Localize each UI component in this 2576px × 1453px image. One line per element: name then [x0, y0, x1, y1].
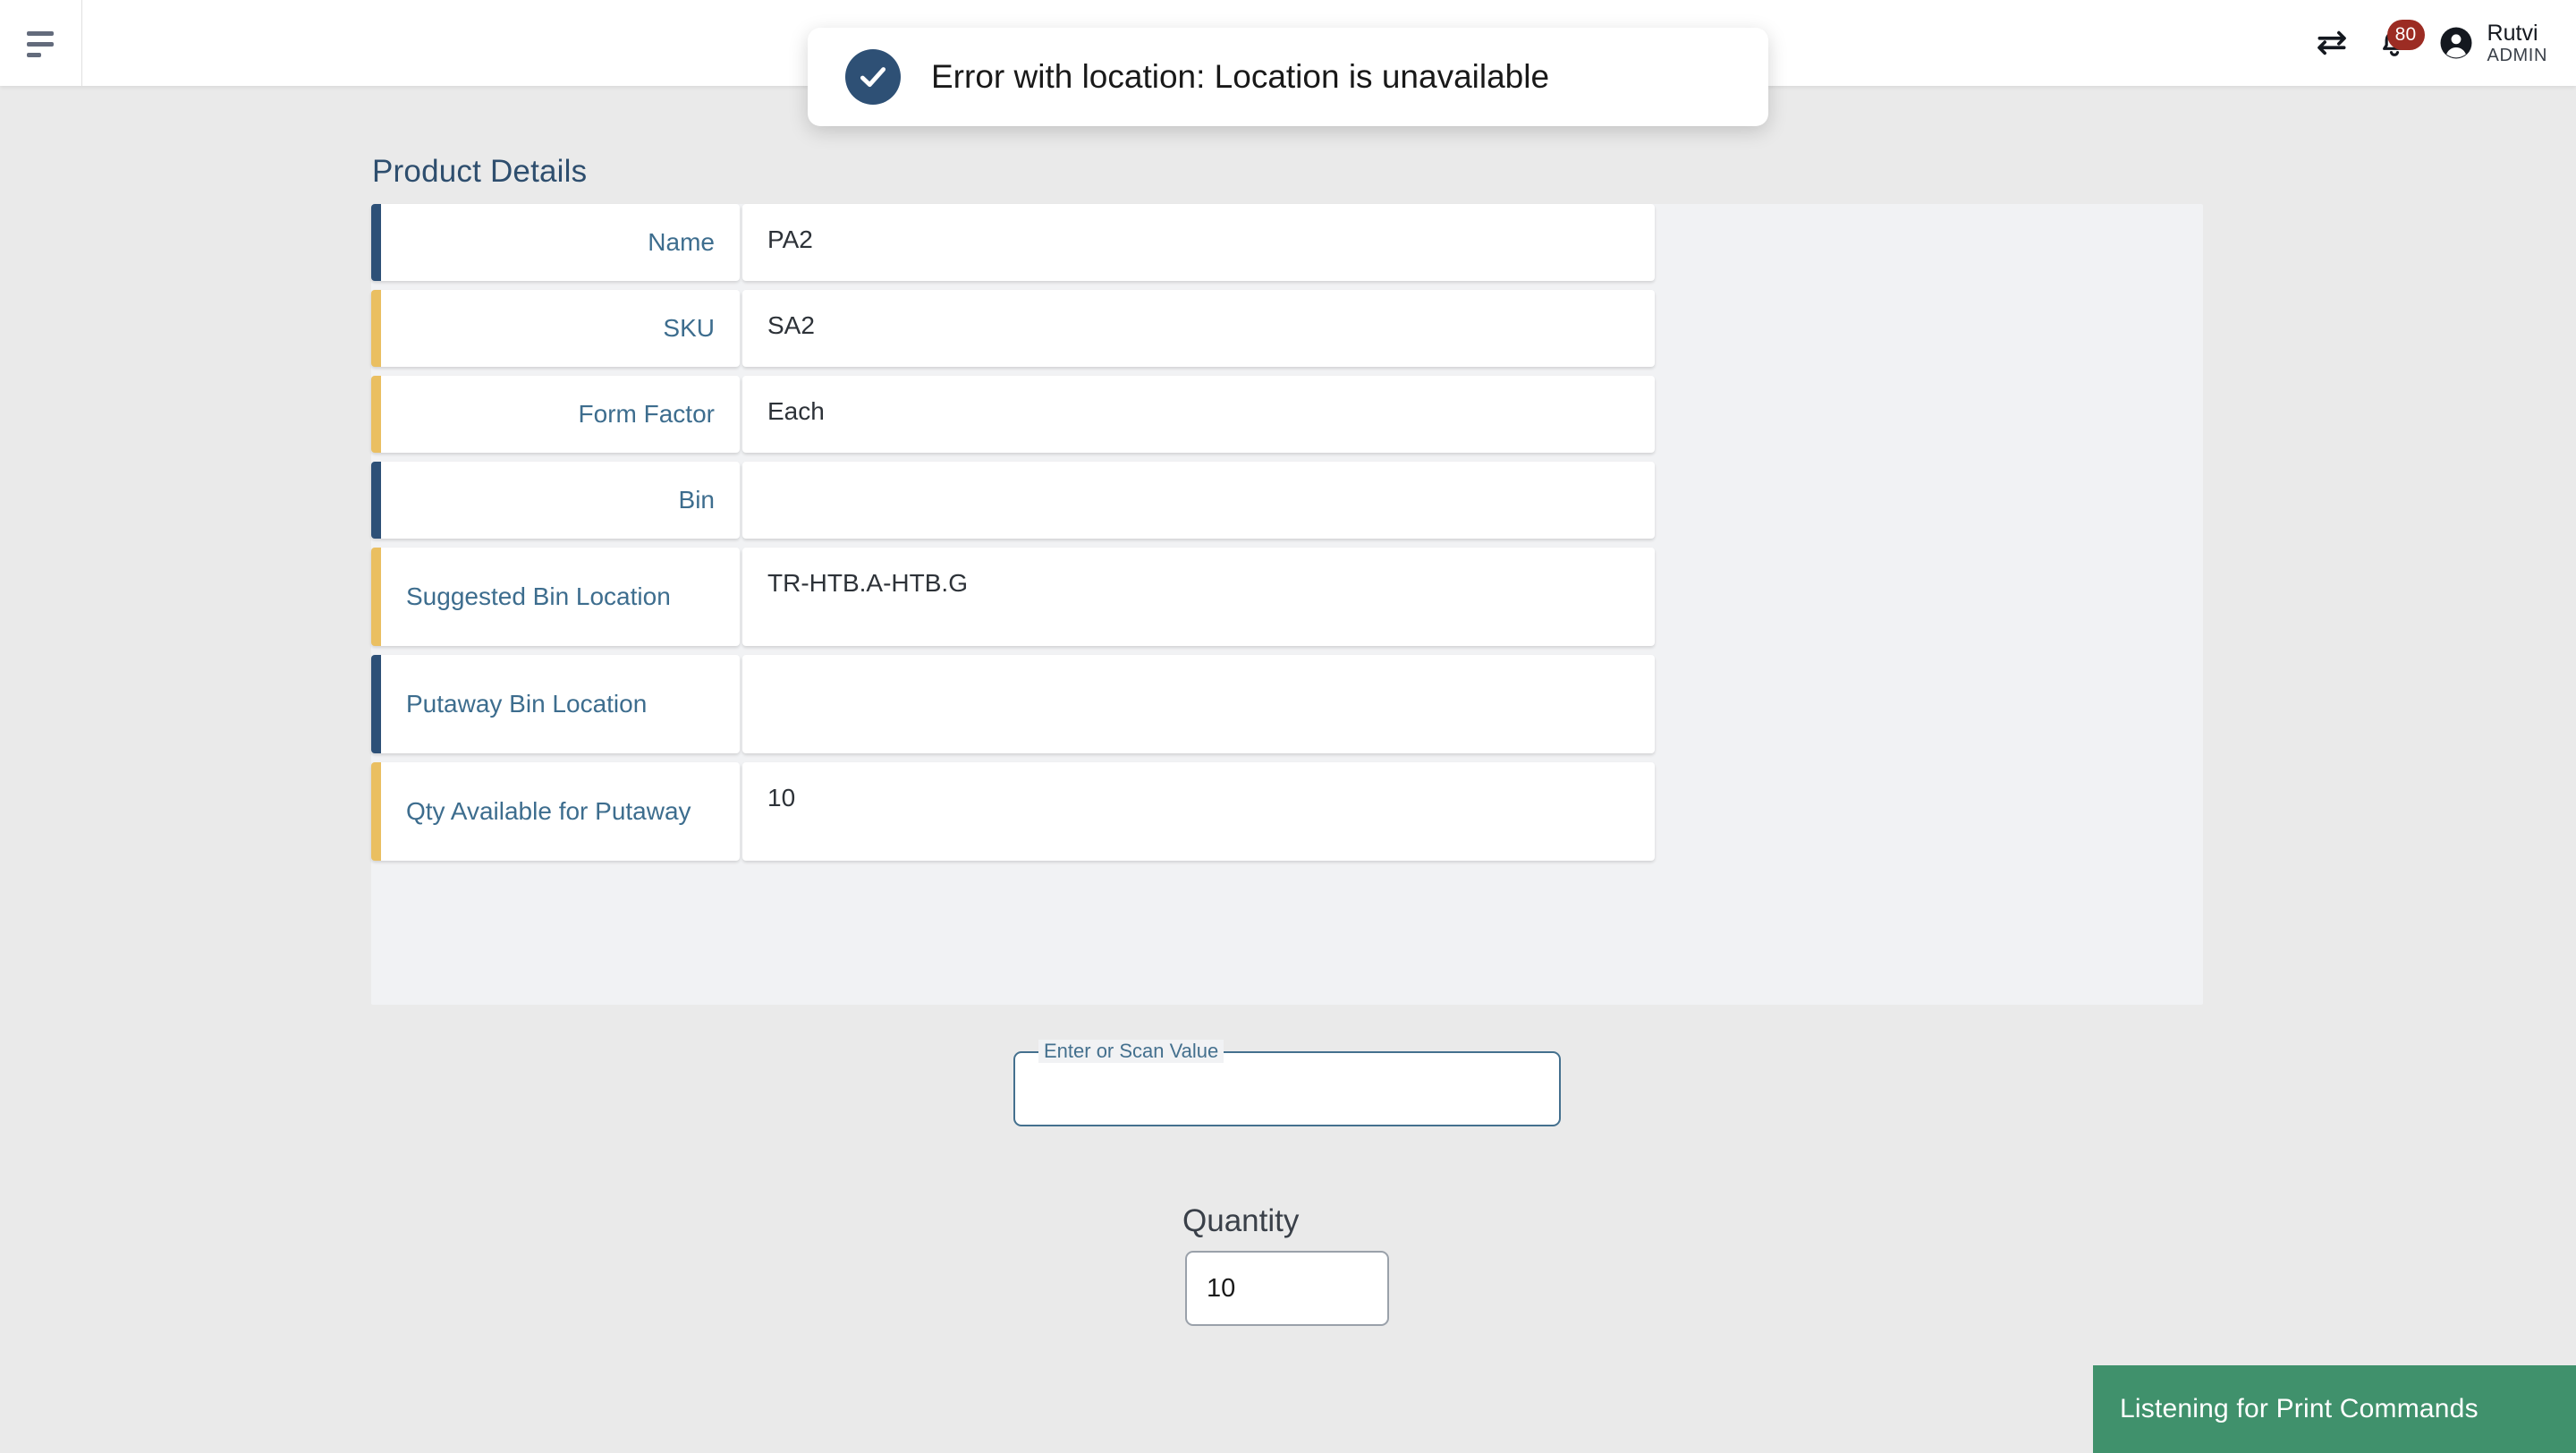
- user-role: ADMIN: [2487, 46, 2547, 65]
- user-menu[interactable]: Rutvi ADMIN: [2437, 21, 2553, 65]
- row-value-sku: SA2: [742, 290, 1655, 367]
- row-label-qty-available-for-putaway: Qty Available for Putaway: [371, 762, 740, 861]
- row-value-name: PA2: [742, 204, 1655, 281]
- menu-line-2: [27, 42, 54, 47]
- user-name: Rutvi: [2487, 21, 2547, 46]
- table-row: Bin: [371, 462, 1655, 539]
- row-value-bin: [742, 462, 1655, 539]
- row-label-bin: Bin: [371, 462, 740, 539]
- user-identity: Rutvi ADMIN: [2487, 21, 2547, 65]
- quantity-label: Quantity: [1182, 1203, 1299, 1239]
- header-actions: 80 Rutvi ADMIN: [2307, 0, 2553, 86]
- row-value-putaway-bin-location: [742, 655, 1655, 753]
- scan-value-field[interactable]: Enter or Scan Value: [1013, 1051, 1561, 1126]
- scan-input[interactable]: [1013, 1051, 1561, 1126]
- quantity-input[interactable]: [1185, 1251, 1389, 1326]
- row-value-form-factor: Each: [742, 376, 1655, 453]
- table-row: Qty Available for Putaway 10: [371, 762, 1655, 861]
- toast-notification[interactable]: Error with location: Location is unavail…: [808, 28, 1768, 126]
- menu-line-1: [27, 31, 54, 36]
- check-circle-icon: [845, 49, 901, 105]
- product-details-table: Name PA2 SKU SA2 Form Factor Each Bin Su…: [371, 204, 1655, 870]
- table-row: Name PA2: [371, 204, 1655, 281]
- row-value-qty-available-for-putaway: 10: [742, 762, 1655, 861]
- toast-message: Error with location: Location is unavail…: [931, 57, 1549, 97]
- menu-line-3: [27, 53, 41, 57]
- swap-horizontal-icon[interactable]: [2307, 18, 2357, 68]
- table-row: Putaway Bin Location: [371, 655, 1655, 753]
- notification-badge: 80: [2387, 20, 2425, 50]
- header-divider: [81, 0, 82, 86]
- row-label-suggested-bin-location: Suggested Bin Location: [371, 548, 740, 646]
- row-label-form-factor: Form Factor: [371, 376, 740, 453]
- row-label-sku: SKU: [371, 290, 740, 367]
- row-label-name: Name: [371, 204, 740, 281]
- account-circle-icon: [2437, 24, 2475, 62]
- notification-bell-icon[interactable]: 80: [2369, 18, 2419, 68]
- table-row: Form Factor Each: [371, 376, 1655, 453]
- table-row: Suggested Bin Location TR-HTB.A-HTB.G: [371, 548, 1655, 646]
- row-value-suggested-bin-location: TR-HTB.A-HTB.G: [742, 548, 1655, 646]
- table-row: SKU SA2: [371, 290, 1655, 367]
- hamburger-menu-icon[interactable]: [18, 25, 64, 63]
- row-label-putaway-bin-location: Putaway Bin Location: [371, 655, 740, 753]
- print-status-bar[interactable]: Listening for Print Commands: [2093, 1365, 2576, 1453]
- page-title: Product Details: [372, 154, 587, 190]
- print-status-text: Listening for Print Commands: [2120, 1394, 2479, 1424]
